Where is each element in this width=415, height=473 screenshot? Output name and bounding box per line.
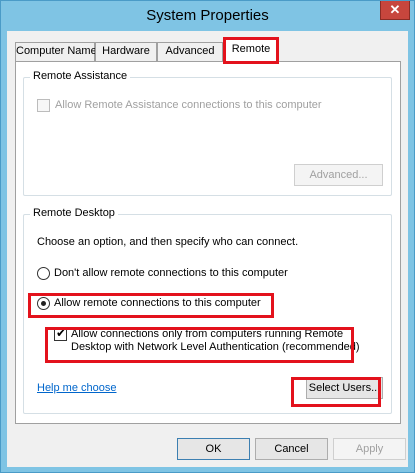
- tab-hardware[interactable]: Hardware: [95, 42, 157, 61]
- tab-computer-name[interactable]: Computer Name: [15, 42, 97, 61]
- dont-allow-radio[interactable]: [37, 267, 50, 280]
- ok-button[interactable]: OK: [177, 438, 250, 460]
- remote-assistance-title: Remote Assistance: [30, 70, 131, 82]
- allow-remote-radio[interactable]: [37, 297, 50, 310]
- tab-label: Hardware: [102, 45, 150, 57]
- remote-tab-panel: Remote Assistance Allow Remote Assistanc…: [15, 61, 401, 424]
- tab-remote[interactable]: Remote: [223, 37, 279, 64]
- allow-remote-assistance-label: Allow Remote Assistance connections to t…: [55, 99, 322, 111]
- remote-assistance-group: Remote Assistance Allow Remote Assistanc…: [23, 70, 392, 196]
- nla-checkbox[interactable]: ✔: [54, 326, 67, 341]
- radio-selected-dot: [41, 301, 46, 306]
- allow-remote-label: Allow remote connections to this compute…: [54, 297, 261, 309]
- tab-label: Remote: [231, 43, 271, 55]
- check-icon: ✔: [56, 326, 67, 340]
- tab-label: Computer Name: [16, 45, 97, 57]
- cancel-button[interactable]: Cancel: [255, 438, 328, 460]
- dont-allow-label: Don't allow remote connections to this c…: [54, 267, 288, 279]
- close-button[interactable]: ✕: [380, 1, 410, 20]
- dialog-client-area: Computer Name Hardware Advanced Remote R…: [7, 31, 408, 467]
- allow-remote-assistance-checkbox[interactable]: [37, 99, 50, 112]
- select-users-button[interactable]: Select Users...: [306, 377, 383, 399]
- remote-desktop-group: Remote Desktop Choose an option, and the…: [23, 207, 392, 414]
- nla-label-line1: Allow connections only from computers ru…: [71, 328, 344, 340]
- advanced-button[interactable]: Advanced...: [294, 164, 383, 186]
- close-icon: ✕: [389, 2, 401, 17]
- tab-advanced[interactable]: Advanced: [157, 42, 223, 61]
- nla-label-line2: Desktop with Network Level Authenticatio…: [71, 341, 360, 353]
- remote-desktop-title: Remote Desktop: [30, 207, 118, 219]
- tab-label: Advanced: [165, 45, 215, 57]
- system-properties-window: System Properties ✕ Computer Name Hardwa…: [0, 0, 415, 473]
- apply-button[interactable]: Apply: [333, 438, 406, 460]
- window-title: System Properties: [146, 7, 269, 24]
- title-bar[interactable]: System Properties ✕: [1, 1, 414, 31]
- nla-label: Allow connections only from computers ru…: [71, 328, 360, 354]
- remote-desktop-instruction: Choose an option, and then specify who c…: [37, 236, 299, 248]
- help-me-choose-link[interactable]: Help me choose: [37, 382, 117, 394]
